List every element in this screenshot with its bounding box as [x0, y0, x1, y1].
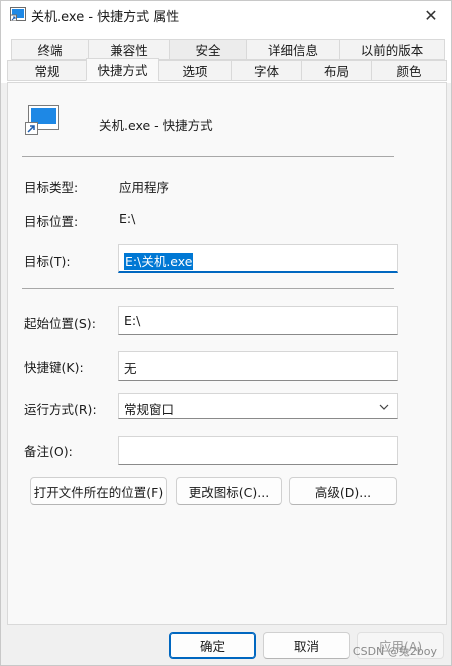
cancel-button[interactable]: 取消 [263, 632, 350, 659]
button-label: 确定 [199, 639, 225, 654]
ok-button[interactable]: 确定 [169, 632, 256, 659]
divider [22, 156, 394, 157]
advanced-button[interactable]: 高级(D)... [289, 477, 397, 505]
tab-general[interactable]: 常规 [7, 60, 87, 81]
close-icon: ✕ [424, 5, 438, 25]
tab-colors[interactable]: 颜色 [371, 60, 447, 81]
tab-details[interactable]: 详细信息 [246, 39, 340, 60]
tab-label: 常规 [34, 64, 60, 79]
hotkey-input[interactable]: 无 [118, 351, 398, 381]
button-label: 取消 [293, 639, 319, 654]
target-type-label: 目标类型: [24, 180, 79, 195]
close-button[interactable]: ✕ [411, 1, 451, 29]
button-label: 高级(D)... [314, 484, 372, 500]
button-label: 打开文件所在的位置(F) [33, 484, 164, 500]
tab-options[interactable]: 选项 [158, 60, 232, 81]
tab-label: 颜色 [396, 64, 422, 79]
target-location-value: E:\ [119, 211, 136, 226]
window-title: 关机.exe - 快捷方式 属性 [31, 10, 180, 25]
comment-input[interactable] [118, 436, 398, 465]
run-label: 运行方式(R): [24, 402, 97, 417]
shortcut-name: 关机.exe - 快捷方式 [99, 118, 213, 133]
run-mode-select[interactable]: 常规窗口 [118, 393, 398, 419]
divider [22, 288, 394, 289]
open-file-location-button[interactable]: 打开文件所在的位置(F) [30, 477, 167, 505]
tab-label: 快捷方式 [97, 63, 148, 78]
target-input[interactable]: E:\关机.exe [118, 244, 398, 273]
target-type-value: 应用程序 [119, 180, 170, 195]
tab-compatibility[interactable]: 兼容性 [88, 39, 170, 60]
shortcut-panel: 关机.exe - 快捷方式 目标类型: 应用程序 目标位置: E:\ 目标(T)… [7, 82, 447, 625]
tab-shortcut[interactable]: 快捷方式 [86, 58, 159, 81]
tab-security[interactable]: 安全 [169, 39, 247, 60]
title-bar[interactable]: 关机.exe - 快捷方式 属性 ✕ [1, 1, 451, 29]
run-mode-value: 常规窗口 [124, 402, 175, 417]
target-label: 目标(T): [24, 254, 71, 269]
tab-label: 兼容性 [110, 43, 148, 58]
target-location-label: 目标位置: [24, 214, 79, 229]
start-in-input-value: E:\ [124, 313, 141, 328]
comment-label: 备注(O): [24, 444, 73, 459]
tab-label: 安全 [195, 43, 221, 58]
start-in-input[interactable]: E:\ [118, 306, 398, 335]
hotkey-input-value: 无 [124, 361, 137, 376]
tab-strip: 终端 兼容性 安全 详细信息 以前的版本 常规 快捷方式 选项 字体 布局 颜色 [1, 29, 451, 83]
properties-window: 关机.exe - 快捷方式 属性 ✕ 终端 兼容性 安全 详细信息 以前的版本 … [0, 0, 452, 666]
tab-label: 终端 [37, 43, 63, 58]
shortcut-app-icon [10, 7, 26, 21]
tab-previous-versions[interactable]: 以前的版本 [339, 39, 445, 60]
tab-font[interactable]: 字体 [231, 60, 302, 81]
tab-label: 布局 [323, 64, 349, 79]
chevron-down-icon [379, 404, 389, 410]
change-icon-button[interactable]: 更改图标(C)... [176, 477, 282, 505]
shortcut-app-icon [25, 105, 59, 135]
tab-layout[interactable]: 布局 [301, 60, 372, 81]
tab-label: 选项 [182, 64, 208, 79]
tab-label: 字体 [253, 64, 279, 79]
watermark: CSDN @兔2boy [352, 645, 437, 658]
button-label: 更改图标(C)... [188, 484, 270, 500]
tab-label: 详细信息 [267, 43, 318, 58]
target-input-value: E:\关机.exe [124, 253, 194, 270]
tab-terminal[interactable]: 终端 [11, 39, 89, 60]
tab-label: 以前的版本 [360, 43, 424, 58]
hotkey-label: 快捷键(K): [24, 360, 84, 375]
start-in-label: 起始位置(S): [24, 316, 96, 331]
